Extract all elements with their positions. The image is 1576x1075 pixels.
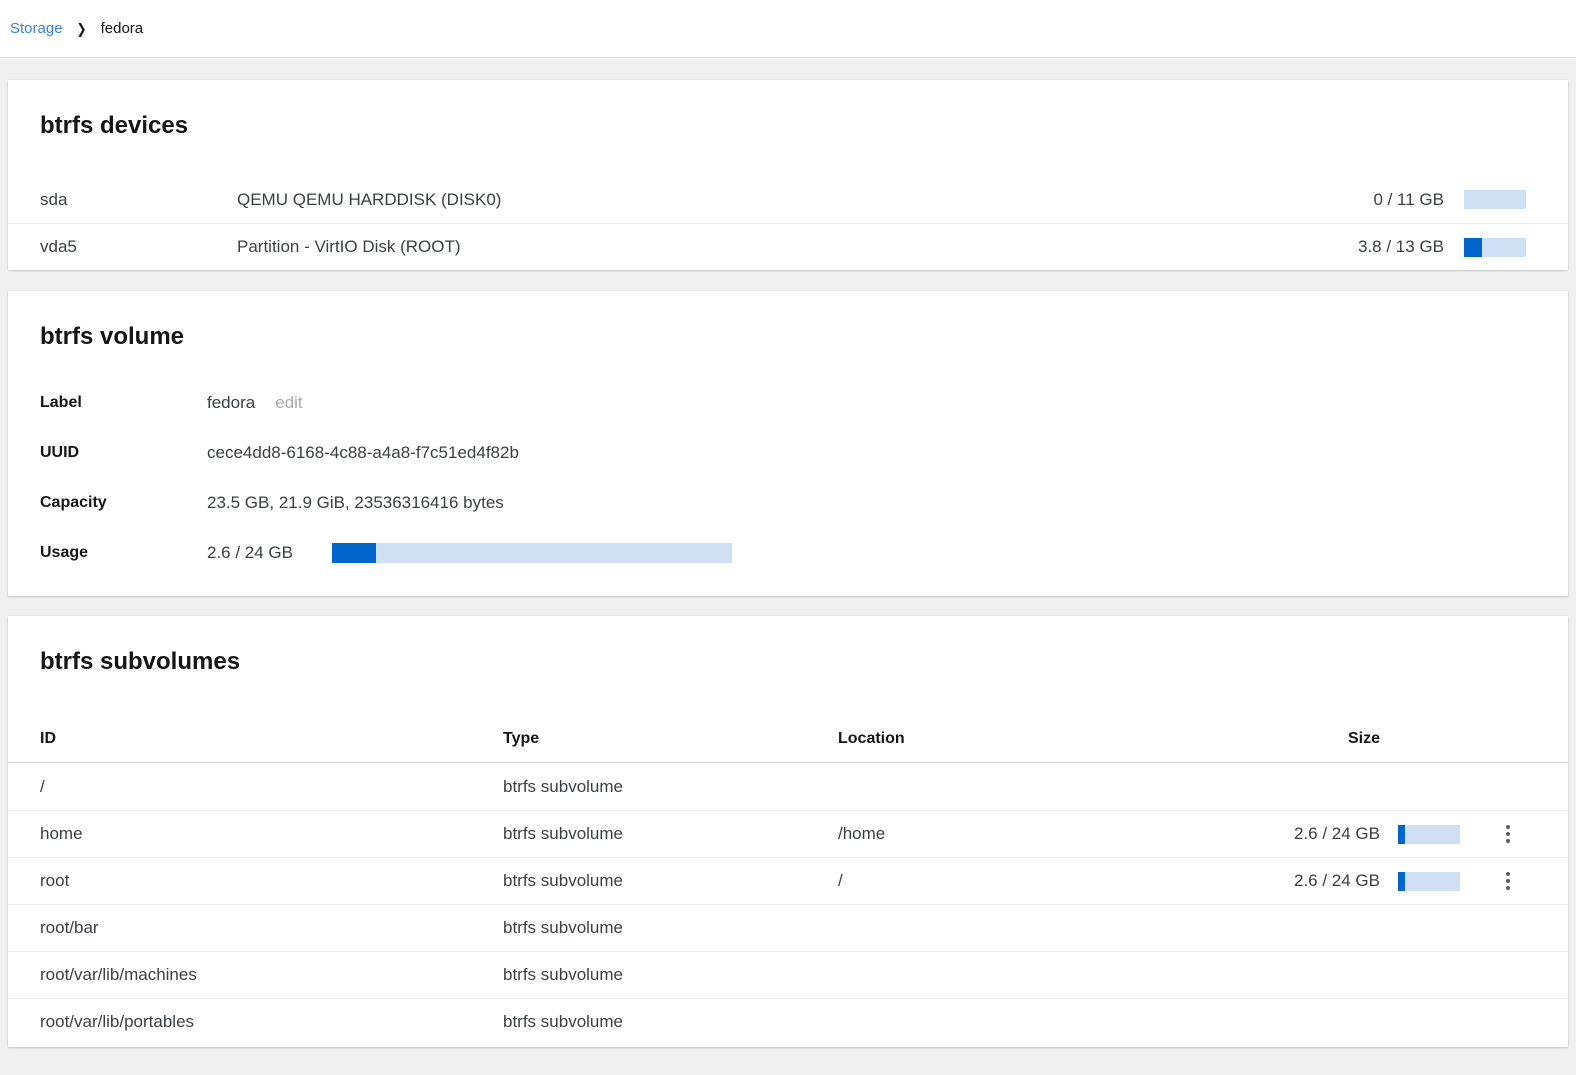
btrfs-devices-title: btrfs devices: [8, 80, 1568, 142]
label-term: Label: [40, 394, 207, 412]
btrfs-subvolumes-card: btrfs subvolumes ID Type Location Size /…: [8, 616, 1568, 1047]
device-usage-bar: [1464, 190, 1526, 209]
column-header-location: Location: [838, 730, 1248, 748]
subvolume-id: root: [40, 871, 503, 891]
device-description: QEMU QEMU HARDDISK (DISK0): [237, 190, 1373, 210]
subvolume-row-root[interactable]: root btrfs subvolume / 2.6 / 24 GB: [8, 857, 1568, 904]
edit-label-link[interactable]: edit: [275, 393, 302, 413]
device-row-sda[interactable]: sda QEMU QEMU HARDDISK (DISK0) 0 / 11 GB: [8, 176, 1568, 223]
subvolume-id: root/var/lib/machines: [40, 965, 503, 985]
subvolume-id: root/bar: [40, 918, 503, 938]
device-row-vda5[interactable]: vda5 Partition - VirtIO Disk (ROOT) 3.8 …: [8, 223, 1568, 270]
subvolume-id: root/var/lib/portables: [40, 1012, 503, 1032]
devices-list: sda QEMU QEMU HARDDISK (DISK0) 0 / 11 GB…: [8, 176, 1568, 270]
subvolume-usage-bar-fill: [1398, 825, 1405, 844]
btrfs-devices-card: btrfs devices sda QEMU QEMU HARDDISK (DI…: [8, 80, 1568, 270]
subvolume-row-root-slash[interactable]: / btrfs subvolume: [8, 763, 1568, 810]
btrfs-subvolumes-title: btrfs subvolumes: [8, 616, 1568, 678]
kebab-menu-icon: [1506, 825, 1510, 829]
subvolume-type: btrfs subvolume: [503, 965, 838, 985]
device-usage-text: 3.8 / 13 GB: [1358, 237, 1464, 257]
subvolumes-table: ID Type Location Size / btrfs subvolume …: [8, 716, 1568, 1045]
subvolume-type: btrfs subvolume: [503, 777, 838, 797]
device-name: vda5: [40, 237, 237, 257]
device-usage-bar: [1464, 238, 1526, 257]
subvolume-row-home[interactable]: home btrfs subvolume /home 2.6 / 24 GB: [8, 810, 1568, 857]
breadcrumb: Storage ❯ fedora: [0, 0, 1576, 58]
subvolume-size-text: 2.6 / 24 GB: [1248, 824, 1398, 844]
volume-uuid-row: UUID cece4dd8-6168-4c88-a4a8-f7c51ed4f82…: [8, 428, 1568, 478]
subvolume-actions-menu-button[interactable]: [1496, 819, 1520, 849]
device-usage-bar-fill: [1464, 238, 1482, 257]
breadcrumb-storage-link[interactable]: Storage: [10, 20, 63, 37]
subvolume-usage-bar: [1398, 872, 1460, 891]
usage-term: Usage: [40, 544, 207, 562]
subvolume-type: btrfs subvolume: [503, 1012, 838, 1032]
subvolume-id: /: [40, 777, 503, 797]
volume-uuid-value: cece4dd8-6168-4c88-a4a8-f7c51ed4f82b: [207, 443, 1536, 463]
subvolume-location: /: [838, 871, 1248, 891]
subvolume-actions-menu-button[interactable]: [1496, 866, 1520, 896]
btrfs-volume-card: btrfs volume Label fedora edit UUID cece…: [8, 291, 1568, 596]
subvolume-usage-bar: [1398, 825, 1460, 844]
kebab-menu-icon: [1506, 872, 1510, 876]
volume-description-list: Label fedora edit UUID cece4dd8-6168-4c8…: [8, 378, 1568, 578]
device-description: Partition - VirtIO Disk (ROOT): [237, 237, 1358, 257]
device-usage-text: 0 / 11 GB: [1373, 190, 1464, 210]
volume-usage-bar: [332, 543, 732, 563]
subvolume-type: btrfs subvolume: [503, 871, 838, 891]
capacity-term: Capacity: [40, 494, 207, 512]
subvolume-row-root-bar[interactable]: root/bar btrfs subvolume: [8, 904, 1568, 951]
column-header-type: Type: [503, 730, 838, 748]
subvolume-size-text: 2.6 / 24 GB: [1248, 871, 1398, 891]
subvolume-type: btrfs subvolume: [503, 824, 838, 844]
subvolume-usage-bar-fill: [1398, 872, 1405, 891]
subvolumes-table-header: ID Type Location Size: [8, 716, 1568, 763]
column-header-size: Size: [1248, 730, 1398, 748]
btrfs-volume-title: btrfs volume: [8, 291, 1568, 353]
volume-usage-text: 2.6 / 24 GB: [207, 543, 302, 563]
device-name: sda: [40, 190, 237, 210]
subvolume-row-portables[interactable]: root/var/lib/portables btrfs subvolume: [8, 998, 1568, 1045]
volume-label-row: Label fedora edit: [8, 378, 1568, 428]
column-header-id: ID: [40, 730, 503, 748]
uuid-term: UUID: [40, 444, 207, 462]
volume-label-value: fedora: [207, 393, 255, 413]
volume-capacity-value: 23.5 GB, 21.9 GiB, 23536316416 bytes: [207, 493, 1536, 513]
breadcrumb-current-page: fedora: [101, 20, 144, 37]
subvolume-id: home: [40, 824, 503, 844]
volume-usage-bar-fill: [332, 543, 376, 563]
subvolume-type: btrfs subvolume: [503, 918, 838, 938]
volume-capacity-row: Capacity 23.5 GB, 21.9 GiB, 23536316416 …: [8, 478, 1568, 528]
subvolume-row-machines[interactable]: root/var/lib/machines btrfs subvolume: [8, 951, 1568, 998]
breadcrumb-chevron-icon: ❯: [77, 20, 87, 36]
volume-usage-row: Usage 2.6 / 24 GB: [8, 528, 1568, 578]
subvolume-location: /home: [838, 824, 1248, 844]
